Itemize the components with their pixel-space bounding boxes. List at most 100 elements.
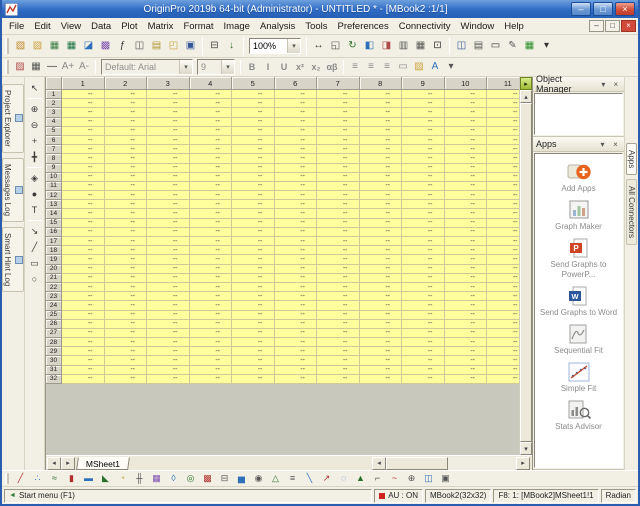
underline-button[interactable]: U (276, 60, 292, 75)
matrix-cell-19-9[interactable]: -- (402, 255, 445, 264)
matrix-cell-20-1[interactable]: -- (62, 265, 105, 274)
row-header-15[interactable]: 15 (46, 219, 62, 228)
fill-area-button[interactable]: ▲ (352, 471, 369, 486)
matrix-cell-3-8[interactable]: -- (360, 108, 403, 117)
scroll-up-button[interactable]: ▴ (520, 90, 532, 103)
matrix-cell-6-9[interactable]: -- (402, 136, 445, 145)
matrix-cell-7-7[interactable]: -- (317, 145, 360, 154)
matrix-cell-31-2[interactable]: -- (105, 366, 148, 375)
apps-gallery-button[interactable]: ▦ (521, 38, 538, 55)
matrix-cell-17-4[interactable]: -- (190, 237, 233, 246)
matrix-cell-31-5[interactable]: -- (232, 366, 275, 375)
matrix-cell-16-8[interactable]: -- (360, 228, 403, 237)
matrix-cell-6-5[interactable]: -- (232, 136, 275, 145)
matrix-cell-14-3[interactable]: -- (147, 209, 190, 218)
panel-close-icon[interactable]: × (610, 139, 621, 150)
chevron-down-icon[interactable]: ▾ (287, 39, 300, 53)
matrix-cell-27-8[interactable]: -- (360, 329, 403, 338)
matrix-cell-31-9[interactable]: -- (402, 366, 445, 375)
matrix-cell-21-6[interactable]: -- (275, 274, 318, 283)
matrix-cell-5-7[interactable]: -- (317, 127, 360, 136)
matrix-cell-6-3[interactable]: -- (147, 136, 190, 145)
matrix-cell-5-10[interactable]: -- (445, 127, 488, 136)
matrix-cell-12-8[interactable]: -- (360, 191, 403, 200)
matrix-cell-10-4[interactable]: -- (190, 173, 233, 182)
menu-matrix[interactable]: Matrix (143, 20, 179, 33)
menu-view[interactable]: View (56, 20, 86, 33)
matrix-cell-21-4[interactable]: -- (190, 274, 233, 283)
more-format-button[interactable]: ▾ (443, 60, 459, 75)
menu-window[interactable]: Window (455, 20, 499, 33)
matrix-cell-21-1[interactable]: -- (62, 274, 105, 283)
matrix-cell-16-5[interactable]: -- (232, 228, 275, 237)
3d-surface-button[interactable]: ◊ (165, 471, 182, 486)
matrix-cell-24-10[interactable]: -- (445, 301, 488, 310)
matrix-cell-22-9[interactable]: -- (402, 283, 445, 292)
matrix-cell-32-3[interactable]: -- (147, 375, 190, 384)
row-header-25[interactable]: 25 (46, 311, 62, 320)
row-header-23[interactable]: 23 (46, 292, 62, 301)
matrix-cell-9-4[interactable]: -- (190, 164, 233, 173)
matrix-cell-1-8[interactable]: -- (360, 90, 403, 99)
matrix-cell-2-8[interactable]: -- (360, 99, 403, 108)
matrix-cell-6-8[interactable]: -- (360, 136, 403, 145)
matrix-cell-1-1[interactable]: -- (62, 90, 105, 99)
merge-cells-button[interactable]: ▭ (395, 60, 411, 75)
matrix-cell-20-9[interactable]: -- (402, 265, 445, 274)
matrix-cell-14-7[interactable]: -- (317, 209, 360, 218)
matrix-cell-21-2[interactable]: -- (105, 274, 148, 283)
row-header-2[interactable]: 2 (46, 99, 62, 108)
maximize-button[interactable]: □ (593, 2, 613, 16)
matrix-cell-30-6[interactable]: -- (275, 356, 318, 365)
matrix-cell-18-9[interactable]: -- (402, 246, 445, 255)
subscript-button[interactable]: x₂ (308, 60, 324, 75)
matrix-cell-9-9[interactable]: -- (402, 164, 445, 173)
row-header-31[interactable]: 31 (46, 366, 62, 375)
matrix-cell-15-9[interactable]: -- (402, 219, 445, 228)
panel-menu-icon[interactable]: ▾ (598, 79, 608, 90)
matrix-cell-5-4[interactable]: -- (190, 127, 233, 136)
matrix-cell-25-10[interactable]: -- (445, 311, 488, 320)
matrix-cell-29-3[interactable]: -- (147, 347, 190, 356)
matrix-cell-16-4[interactable]: -- (190, 228, 233, 237)
chevron-down-icon[interactable]: ▾ (221, 60, 234, 74)
matrix-cell-4-6[interactable]: -- (275, 118, 318, 127)
matrix-cell-13-9[interactable]: -- (402, 200, 445, 209)
matrix-cell-28-4[interactable]: -- (190, 338, 233, 347)
matrix-cell-32-7[interactable]: -- (317, 375, 360, 384)
matrix-cell-13-7[interactable]: -- (317, 200, 360, 209)
matrix-corner-cell[interactable] (46, 77, 62, 90)
data-reader-tool[interactable]: ╋ (26, 149, 43, 165)
matrix-cell-6-4[interactable]: -- (190, 136, 233, 145)
matrix-cell-17-3[interactable]: -- (147, 237, 190, 246)
matrix-cell-12-3[interactable]: -- (147, 191, 190, 200)
line-plot-button[interactable]: ╱ (12, 471, 29, 486)
matrix-cell-13-2[interactable]: -- (105, 200, 148, 209)
matrix-cell-17-5[interactable]: -- (232, 237, 275, 246)
matrix-cell-19-8[interactable]: -- (360, 255, 403, 264)
matrix-cell-19-3[interactable]: -- (147, 255, 190, 264)
fill-color-button[interactable]: ▨ (411, 60, 427, 75)
row-header-19[interactable]: 19 (46, 255, 62, 264)
matrix-cell-8-8[interactable]: -- (360, 154, 403, 163)
matrix-cell-18-8[interactable]: -- (360, 246, 403, 255)
matrix-cell-31-4[interactable]: -- (190, 366, 233, 375)
matrix-cell-16-3[interactable]: -- (147, 228, 190, 237)
matrix-cell-7-6[interactable]: -- (275, 145, 318, 154)
matrix-cell-10-10[interactable]: -- (445, 173, 488, 182)
matrix-cell-3-2[interactable]: -- (105, 108, 148, 117)
matrix-cell-25-8[interactable]: -- (360, 311, 403, 320)
matrix-cell-10-8[interactable]: -- (360, 173, 403, 182)
matrix-cell-16-6[interactable]: -- (275, 228, 318, 237)
send-graphs-to-powerpoint-app[interactable]: PSend Graphs to PowerP... (540, 237, 618, 278)
row-header-9[interactable]: 9 (46, 164, 62, 173)
matrix-cell-7-10[interactable]: -- (445, 145, 488, 154)
new-matrix-button[interactable]: ▩ (97, 38, 114, 55)
matrix-cell-7-1[interactable]: -- (62, 145, 105, 154)
matrix-cell-13-6[interactable]: -- (275, 200, 318, 209)
row-header-1[interactable]: 1 (46, 90, 62, 99)
stack-plot-button[interactable]: ≡ (284, 471, 301, 486)
matrix-cell-11-5[interactable]: -- (232, 182, 275, 191)
menu-connectivity[interactable]: Connectivity (394, 20, 456, 33)
smart-hint-log-tab[interactable]: Smart Hint Log (2, 227, 24, 292)
